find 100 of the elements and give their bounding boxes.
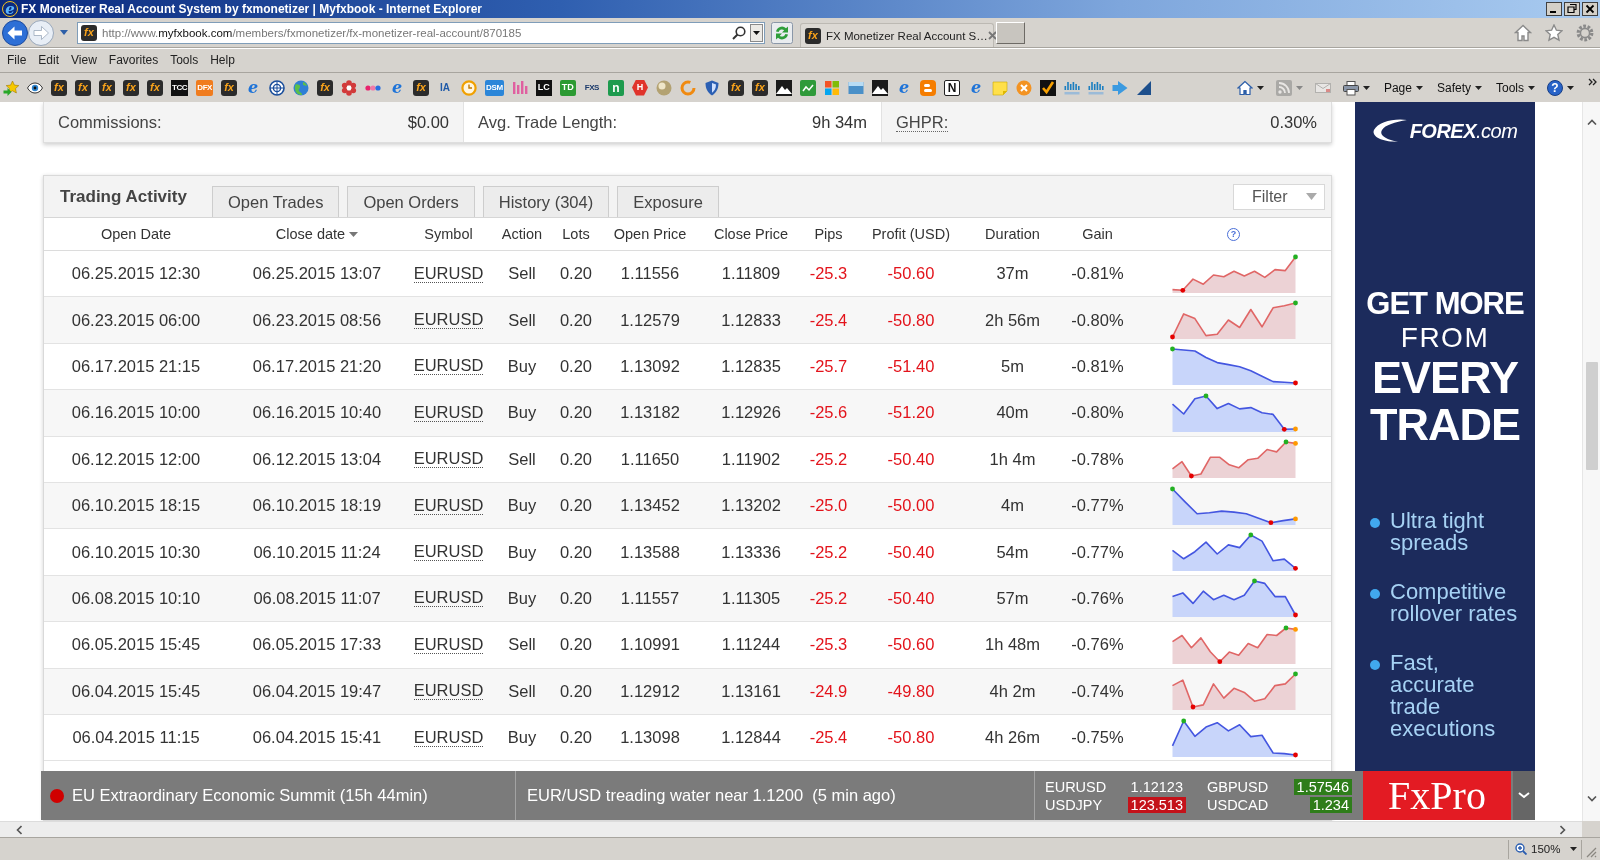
news-headline[interactable]: EUR/USD treading water near 1.1200 (5 min ago) [527,786,896,805]
resize-grip-icon[interactable] [1585,846,1597,858]
horizontal-scrollbar[interactable] [0,821,1582,837]
favorite-link[interactable]: TD [559,79,576,96]
favorite-link[interactable]: fx [51,79,67,96]
bars-icon[interactable] [1088,79,1104,96]
filter-dropdown[interactable]: Filter [1233,183,1325,210]
sort-caret-icon[interactable] [349,231,359,237]
symbol-link[interactable]: EURUSD [413,264,484,283]
double-chevron-icon[interactable] [1588,78,1597,86]
column-header[interactable]: Duration [985,226,1040,242]
column-header[interactable]: Lots [562,226,590,242]
home-icon[interactable] [1236,79,1253,96]
symbol-link[interactable]: EURUSD [413,311,484,330]
zoom-button[interactable]: 150% [1508,839,1582,859]
caret-icon[interactable] [1570,847,1578,851]
menu-item[interactable]: Edit [32,52,66,68]
shield-icon[interactable] [704,79,720,96]
column-header[interactable]: Symbol [424,226,473,242]
scroll-up-icon[interactable] [1586,119,1597,125]
caret-icon[interactable] [1415,85,1423,90]
target-icon[interactable] [269,79,286,96]
symbol-link[interactable]: EURUSD [413,357,484,376]
column-header[interactable]: Pips [814,226,843,242]
star-icon[interactable] [1545,23,1563,42]
globe-icon[interactable] [293,79,310,96]
column-header[interactable]: Close Price [713,226,789,242]
brand-logo[interactable]: FxPro [1363,771,1511,820]
bars-icon[interactable] [1064,79,1080,96]
clock-icon[interactable] [461,79,478,96]
settings-icon[interactable] [1576,23,1594,42]
favorite-link[interactable]: H [632,79,648,96]
check-icon[interactable] [1040,79,1056,96]
favorite-link[interactable]: fx [221,79,238,96]
favorite-link[interactable]: LC [535,79,552,96]
favorite-link[interactable]: fx [147,79,163,96]
caret-icon[interactable] [1528,85,1535,90]
chart-tile-icon[interactable] [800,79,816,96]
scroll-down-icon[interactable] [1586,796,1597,802]
favorite-link[interactable]: fx [413,79,430,96]
favorite-link[interactable]: N [944,79,960,96]
help-icon[interactable]: ? [1547,79,1563,96]
tab[interactable]: History (304) [482,186,610,217]
symbol-link[interactable]: EURUSD [413,450,484,469]
favorite-link[interactable]: IA [437,79,454,96]
symbol-link[interactable]: EURUSD [413,543,484,562]
chevron-down-icon[interactable] [1513,771,1535,820]
symbol-link[interactable]: EURUSD [413,635,484,654]
rounded-square-icon[interactable] [920,79,936,96]
four-squares-icon[interactable] [824,79,840,96]
command-menu[interactable]: Page [1383,79,1423,96]
caret-icon[interactable] [1475,85,1482,90]
tab[interactable]: Exposure [617,186,719,217]
eye-icon[interactable] [27,79,43,96]
scroll-thumb[interactable] [1585,362,1598,470]
favorite-link[interactable]: TCC [171,79,189,96]
favorite-link[interactable]: DSM [485,79,504,96]
dots-icon[interactable] [365,84,382,91]
tab[interactable]: Open Orders [347,186,475,217]
caret-icon[interactable] [1567,85,1574,90]
refresh-icon[interactable] [771,21,793,44]
column-header[interactable]: Gain [1082,226,1113,242]
symbol-link[interactable]: EURUSD [413,496,484,515]
star-arrow-icon[interactable] [3,79,19,96]
symbol-link[interactable]: EURUSD [413,728,484,747]
ad-banner[interactable]: FOREX.com GET MORE FROM EVERY TRADE Ultra tight spreads Competitive rollover rates Fast, accurate trade executions [1355,102,1535,771]
favorite-link[interactable]: fx [123,79,139,96]
favorite-link[interactable]: n [608,79,624,96]
window-icon[interactable] [848,79,864,96]
menu-item[interactable]: Help [204,52,241,68]
new-tab-button[interactable] [996,21,1025,44]
column-header[interactable]: Action [501,226,543,242]
search-icon[interactable] [732,25,746,40]
bars-icon[interactable] [511,79,528,96]
favorite-link[interactable]: fx [75,79,91,96]
favorite-link[interactable]: fx [752,79,768,96]
back-icon[interactable] [2,19,28,46]
menu-item[interactable]: View [65,52,103,68]
mountain-icon[interactable] [776,79,792,96]
favorite-link[interactable]: fx [99,79,115,96]
scroll-right-icon[interactable] [1560,824,1566,835]
symbol-link[interactable]: EURUSD [413,589,484,608]
favorite-link[interactable]: fx [317,79,334,96]
command-menu[interactable]: Tools [1496,79,1535,96]
symbol-link[interactable]: EURUSD [413,403,484,422]
minimize-icon[interactable] [1546,2,1562,16]
home-icon[interactable] [1514,23,1532,42]
column-header[interactable]: Close date [275,226,346,242]
address-field[interactable]: fx http://www.myfxbook.com/members/fxmonetizer/fx-monetizer-real-account/870185 [77,21,765,44]
column-header[interactable]: Open Date [100,226,172,242]
printer-icon[interactable] [1342,79,1359,96]
x-circle-icon[interactable] [1016,79,1032,96]
browser-tab[interactable]: fx FX Monetizer Real Account S… [800,23,994,47]
flower-icon[interactable] [341,79,358,96]
caret-icon[interactable] [1362,85,1370,90]
tab[interactable]: Open Trades [212,186,340,217]
menu-item[interactable]: File [1,52,33,68]
caret-icon[interactable] [1256,85,1264,90]
column-header[interactable]: Open Price [613,226,687,242]
menu-item[interactable]: Tools [164,52,205,68]
